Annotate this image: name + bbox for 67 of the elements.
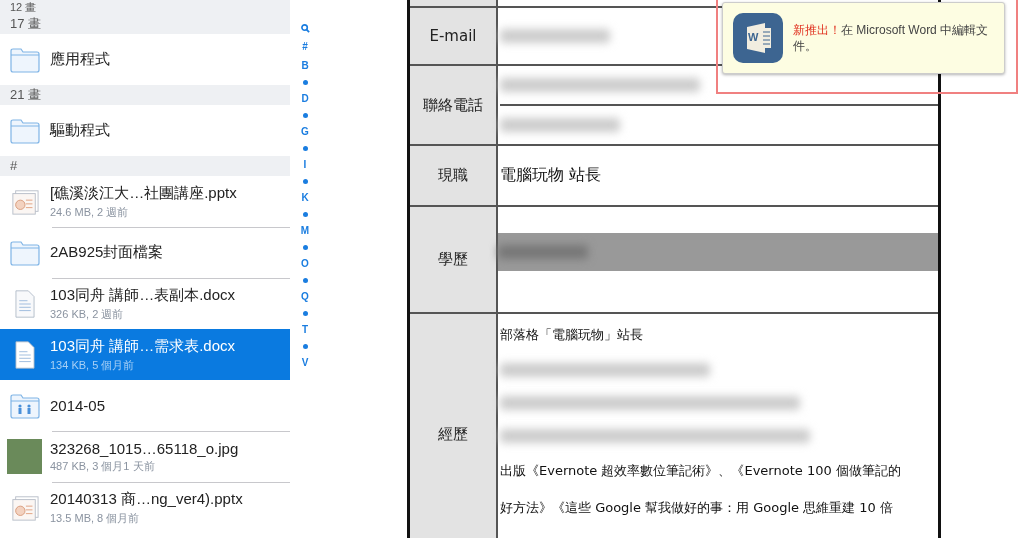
- dot-icon[interactable]: [302, 146, 308, 151]
- photo-placeholder: [7, 439, 42, 474]
- folder-icon: [10, 238, 40, 267]
- text-line: 出版《Evernote 超效率數位筆記術》、《Evernote 100 個做筆記的: [500, 462, 902, 480]
- tip-message: 新推出！在 Microsoft Word 中編輯文件。: [793, 22, 990, 54]
- field-label: 經歷: [438, 424, 468, 444]
- field-label: 現職: [438, 166, 468, 185]
- dot-icon[interactable]: [302, 311, 308, 316]
- file-name: [礁溪淡江大…社團講座.pptx: [50, 183, 237, 203]
- index-letter[interactable]: O: [301, 259, 309, 269]
- file-item[interactable]: 103同舟 講師…需求表.docx 134 KB, 5 個月前: [0, 329, 290, 380]
- field-label: 聯絡電話: [423, 95, 483, 115]
- file-details: 487 KB, 3 個月1 天前: [50, 458, 156, 474]
- file-name: 驅動程式: [50, 121, 110, 140]
- file-details: 134 KB, 5 個月前: [50, 357, 136, 373]
- file-name: 103同舟 講師…需求表.docx: [50, 336, 236, 356]
- index-letter[interactable]: K: [301, 193, 309, 203]
- file-item[interactable]: 2014-05: [0, 380, 290, 431]
- dot-icon[interactable]: [302, 245, 308, 250]
- file-item[interactable]: [礁溪淡江大…社團講座.pptx 24.6 MB, 2 週前: [0, 176, 290, 227]
- dot-icon[interactable]: [302, 344, 308, 349]
- index-letter[interactable]: B: [301, 61, 309, 71]
- file-name: 2AB925封面檔案: [50, 243, 164, 262]
- index-letter[interactable]: I: [303, 160, 307, 170]
- section-header: 12 畫: [0, 0, 290, 14]
- section-header: #: [0, 156, 290, 176]
- index-letter[interactable]: M: [300, 226, 310, 236]
- section-header: 17 畫: [0, 14, 290, 34]
- index-letter[interactable]: Q: [301, 292, 309, 302]
- dot-icon[interactable]: [302, 212, 308, 217]
- file-item[interactable]: 103同舟 講師…表副本.docx 326 KB, 2 週前: [0, 278, 290, 329]
- shared-folder-icon: [10, 391, 40, 420]
- section-header: 21 畫: [0, 85, 290, 105]
- dot-icon[interactable]: [302, 113, 308, 118]
- dot-icon[interactable]: [302, 278, 308, 283]
- field-label: 學歷: [438, 250, 468, 269]
- text-line: 電腦玩物 站長: [500, 165, 603, 186]
- presentation-icon: [10, 187, 40, 216]
- file-item[interactable]: 20140313 商…ng_ver4).pptx 13.5 MB, 8 個月前: [0, 482, 290, 533]
- index-letter[interactable]: T: [301, 325, 309, 335]
- file-details: 24.6 MB, 2 週前: [50, 204, 130, 220]
- file-item[interactable]: 2AB925封面檔案: [0, 227, 290, 278]
- text-line: 部落格「電腦玩物」站長: [500, 326, 644, 344]
- index-letter[interactable]: G: [301, 127, 309, 137]
- index-letter[interactable]: #: [302, 42, 308, 52]
- tip-popup[interactable]: W 新推出！在 Microsoft Word 中編輯文件。: [722, 2, 1005, 74]
- search-icon[interactable]: [300, 24, 310, 33]
- file-item[interactable]: 驅動程式: [0, 105, 290, 156]
- index-letter[interactable]: D: [301, 94, 309, 104]
- text-line: 好方法》《這些 Google 幫我做好的事：用 Google 思維重建 10 倍: [500, 499, 895, 517]
- file-item[interactable]: 應用程式: [0, 34, 290, 85]
- word-app-icon: W: [733, 13, 783, 63]
- presentation-icon: [10, 493, 40, 522]
- folder-icon: [10, 45, 40, 74]
- index-letter[interactable]: V: [301, 358, 309, 368]
- folder-icon: [10, 116, 40, 145]
- dot-icon[interactable]: [302, 80, 308, 85]
- file-name: 應用程式: [50, 50, 110, 69]
- file-name: 323268_1015…65118_o.jpg: [50, 439, 239, 457]
- field-label: E-mail: [429, 27, 477, 45]
- file-name: 20140313 商…ng_ver4).pptx: [50, 489, 243, 509]
- file-details: 326 KB, 2 週前: [50, 306, 125, 322]
- file-details: 13.5 MB, 8 個月前: [50, 510, 141, 526]
- dot-icon[interactable]: [302, 179, 308, 184]
- file-name: 2014-05: [50, 397, 106, 414]
- file-name: 103同舟 講師…表副本.docx: [50, 285, 236, 305]
- file-item[interactable]: 323268_1015…65118_o.jpg 487 KB, 3 個月1 天前: [0, 431, 290, 482]
